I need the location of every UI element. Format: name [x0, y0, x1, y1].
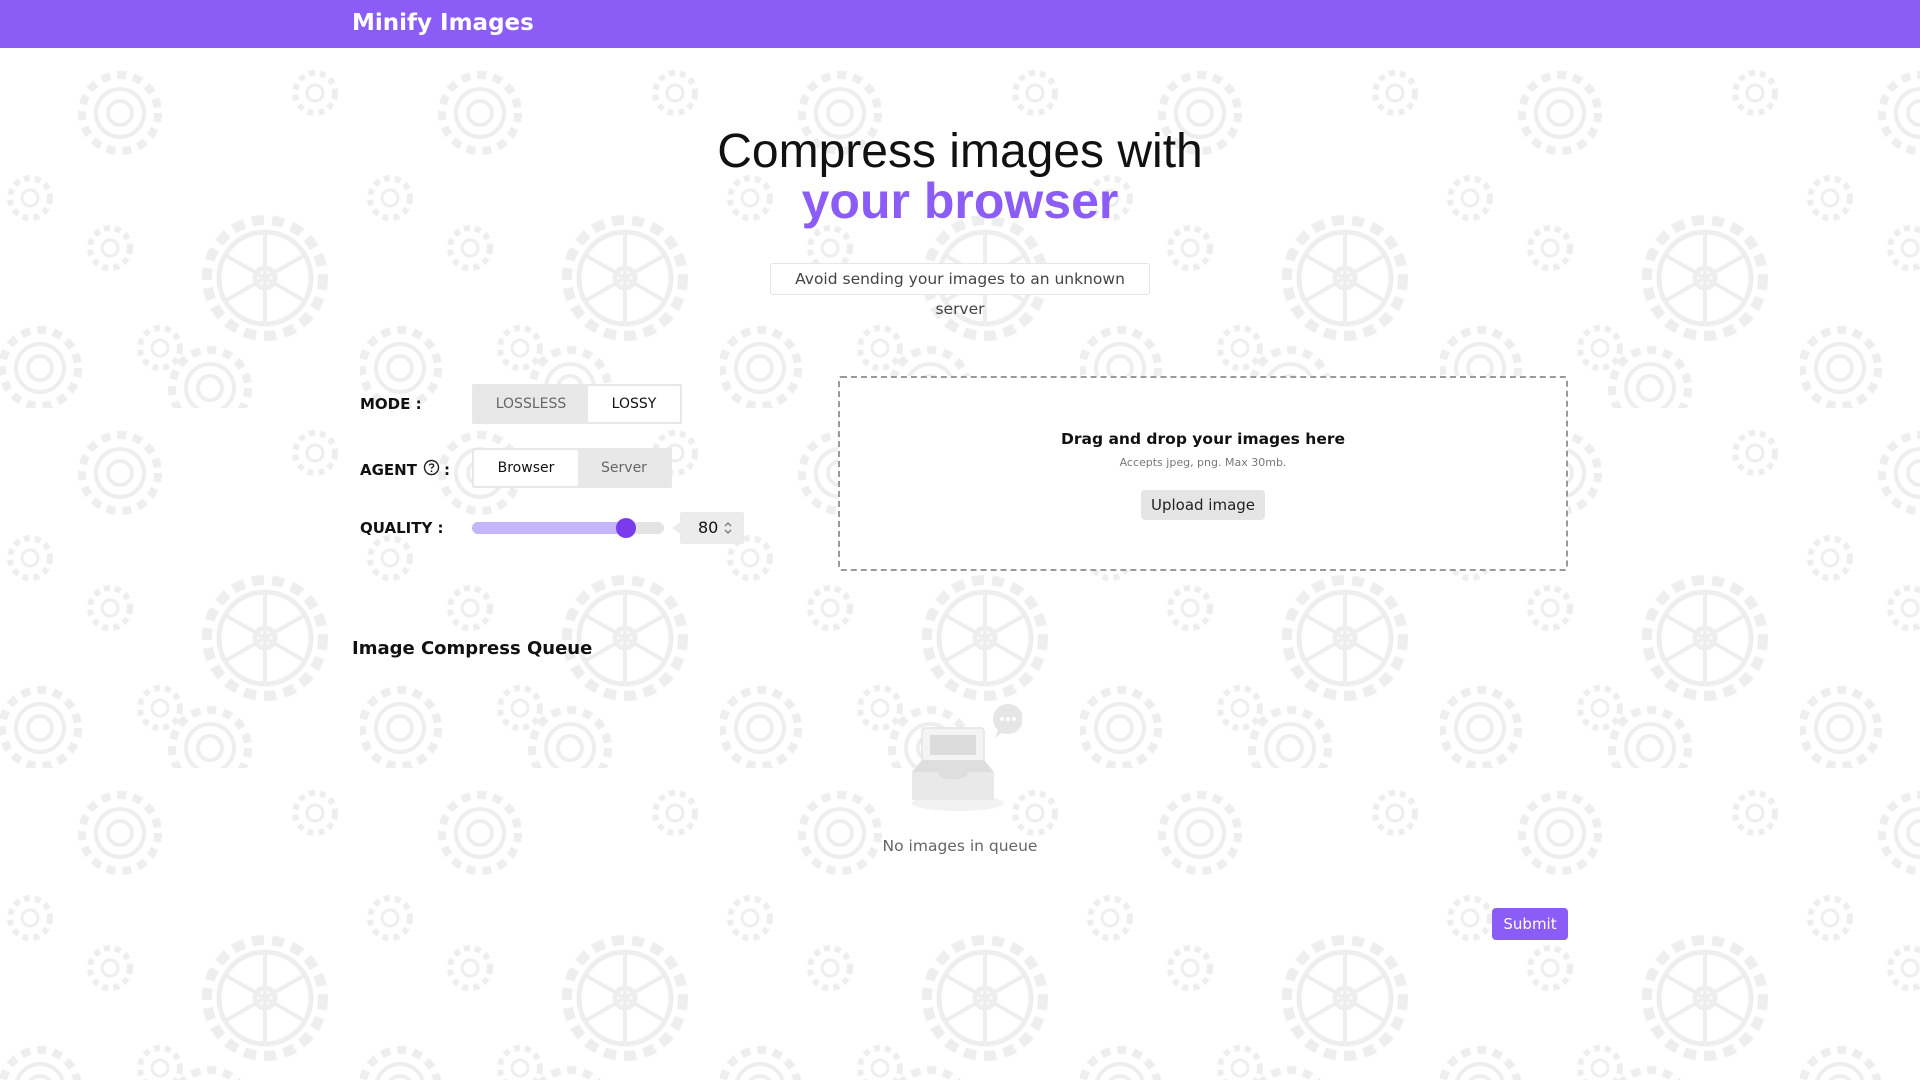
image-dropzone[interactable]: Drag and drop your images here Accepts j… — [838, 376, 1568, 571]
mode-label: MODE : — [360, 395, 422, 413]
agent-label-group: AGENT: — [360, 459, 450, 482]
top-navbar: Minify Images — [0, 0, 1920, 48]
agent-option-browser[interactable]: Browser — [474, 450, 578, 486]
agent-option-server[interactable]: Server — [578, 450, 670, 486]
hero-tagline: Avoid sending your images to an unknown … — [770, 263, 1150, 318]
mode-toggle: LOSSLESS LOSSY — [472, 384, 682, 424]
brand-logo-text[interactable]: Minify Images — [352, 10, 534, 36]
empty-queue-message: No images in queue — [882, 837, 1038, 855]
quality-label: QUALITY : — [360, 519, 444, 537]
queue-title: Image Compress Queue — [352, 638, 593, 659]
agent-toggle: Browser Server — [472, 448, 672, 488]
quality-slider[interactable] — [472, 518, 664, 538]
agent-label-colon: : — [443, 461, 450, 479]
question-circle-icon[interactable] — [423, 459, 440, 480]
empty-inbox-icon — [902, 700, 1023, 820]
quality-slider-fill — [472, 522, 626, 534]
hero-title-highlight: your browser — [801, 173, 1119, 229]
mode-option-lossless[interactable]: LOSSLESS — [474, 386, 588, 422]
agent-label: AGENT — [360, 461, 417, 479]
mode-option-lossy[interactable]: LOSSY — [588, 386, 680, 422]
dropzone-title: Drag and drop your images here — [1060, 430, 1345, 448]
quality-value: 80 — [698, 518, 719, 537]
upload-image-button[interactable]: Upload image — [1141, 490, 1265, 520]
quality-slider-thumb[interactable] — [615, 518, 636, 538]
quality-number-input[interactable]: 80 — [672, 512, 744, 544]
dropzone-subtitle: Accepts jpeg, png. Max 30mb. — [1119, 456, 1287, 469]
hero-title: Compress images with — [717, 125, 1203, 178]
submit-button[interactable]: Submit — [1492, 908, 1568, 940]
spinner-arrows-icon[interactable] — [722, 519, 734, 537]
